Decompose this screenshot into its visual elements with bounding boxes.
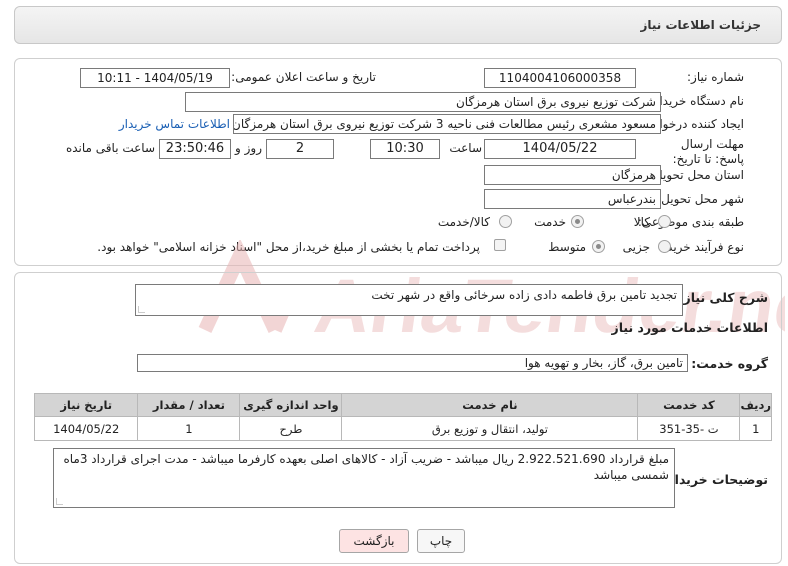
category-option-goods-service: کالا/خدمت xyxy=(437,215,490,229)
process-radio-medium[interactable] xyxy=(592,240,605,253)
services-table: ردیف کد خدمت نام خدمت واحد اندازه گیری ت… xyxy=(33,393,772,441)
table-row: 1 ت -35-351 تولید، انتقال و توزیع برق طر… xyxy=(33,416,772,441)
process-label: نوع فرآیند خرید : xyxy=(659,240,744,254)
service-group-field: تامین برق، گاز، بخار و تهویه هوا xyxy=(137,354,688,372)
category-radio-service[interactable] xyxy=(571,215,584,228)
remaining-label: ساعت باقی مانده xyxy=(65,141,155,155)
category-option-service: خدمت xyxy=(534,215,566,229)
days-field: 2 xyxy=(266,139,334,159)
cell-quantity: 1 xyxy=(137,416,241,441)
summary-text: تجدید تامین برق فاطمه دادی زاده سرخائی و… xyxy=(371,288,677,302)
buyer-contact-link[interactable]: اطلاعات تماس خریدار xyxy=(119,117,230,131)
cell-need-date: 1404/05/22 xyxy=(33,416,139,441)
buyer-org-label: نام دستگاه خریدار: xyxy=(649,94,745,108)
announce-field: 1404/05/19 - 10:11 xyxy=(80,68,230,88)
cell-unit: طرح xyxy=(239,416,343,441)
process-radio-minor[interactable] xyxy=(658,240,671,253)
page-title: جزئیات اطلاعات نیاز xyxy=(640,18,761,32)
category-radio-goods-service[interactable] xyxy=(499,215,512,228)
category-option-goods: کالا xyxy=(633,215,650,229)
creator-field: مسعود مشعری رئیس مطالعات فنی ناحیه 3 شرک… xyxy=(233,114,661,134)
city-field: بندرعباس xyxy=(484,189,661,209)
buyer-org-field: شرکت توزیع نیروی برق استان هرمزگان xyxy=(185,92,661,112)
summary-textarea[interactable]: تجدید تامین برق فاطمه دادی زاده سرخائی و… xyxy=(135,284,683,316)
province-label: استان محل تحویل: xyxy=(649,168,744,182)
cell-service-name: تولید، انتقال و توزیع برق xyxy=(341,416,639,441)
payment-checkbox[interactable] xyxy=(494,239,506,251)
col-service-name: نام خدمت xyxy=(341,393,639,417)
services-section-title: اطلاعات خدمات مورد نیاز xyxy=(611,320,769,335)
col-service-code: کد خدمت xyxy=(637,393,741,417)
deadline-time-label: ساعت xyxy=(449,141,482,155)
buyer-notes-textarea[interactable]: مبلغ قرارداد 2.922.521.690 ریال میباشد -… xyxy=(53,448,675,508)
deadline-label: مهلت ارسال پاسخ: تا تاریخ: xyxy=(672,137,744,166)
process-option-medium: متوسط xyxy=(548,240,586,254)
category-label: طبقه بندی موضوعی: xyxy=(637,215,744,229)
process-option-minor: جزیی xyxy=(622,240,650,254)
province-field: هرمزگان xyxy=(484,165,661,185)
remaining-time-field: 23:50:46 xyxy=(159,139,231,159)
print-button[interactable]: چاپ xyxy=(417,529,465,553)
service-group-label: گروه خدمت: xyxy=(691,356,768,371)
col-need-date: تاریخ نیاز xyxy=(33,393,139,417)
need-number-field: 1104004106000358 xyxy=(484,68,636,88)
payment-note: پرداخت تمام یا بخشی از مبلغ خرید،از محل … xyxy=(97,240,480,254)
cell-service-code: ت -35-351 xyxy=(637,416,741,441)
resize-grip-icon xyxy=(138,306,145,313)
resize-grip-icon xyxy=(56,498,63,505)
deadline-time-field: 10:30 xyxy=(370,139,440,159)
category-radio-goods[interactable] xyxy=(658,215,671,228)
page-header: جزئیات اطلاعات نیاز xyxy=(14,6,782,44)
back-button[interactable]: بازگشت xyxy=(339,529,409,553)
services-table-header: ردیف کد خدمت نام خدمت واحد اندازه گیری ت… xyxy=(33,393,772,417)
summary-label: شرح کلی نیاز: xyxy=(678,290,768,305)
days-label: روز و xyxy=(235,141,262,155)
col-row-number: ردیف xyxy=(739,393,772,417)
col-quantity: تعداد / مقدار xyxy=(137,393,241,417)
announce-label: تاریخ و ساعت اعلان عمومی: xyxy=(231,70,376,84)
need-number-label: شماره نیاز: xyxy=(687,70,744,84)
buyer-notes-label: توضیحات خریدار: xyxy=(662,472,768,487)
deadline-date-field: 1404/05/22 xyxy=(484,139,636,159)
city-label: شهر محل تحویل: xyxy=(657,192,744,206)
buyer-notes-text: مبلغ قرارداد 2.922.521.690 ریال میباشد -… xyxy=(63,452,669,482)
cell-row-number: 1 xyxy=(739,416,772,441)
col-unit: واحد اندازه گیری xyxy=(239,393,343,417)
